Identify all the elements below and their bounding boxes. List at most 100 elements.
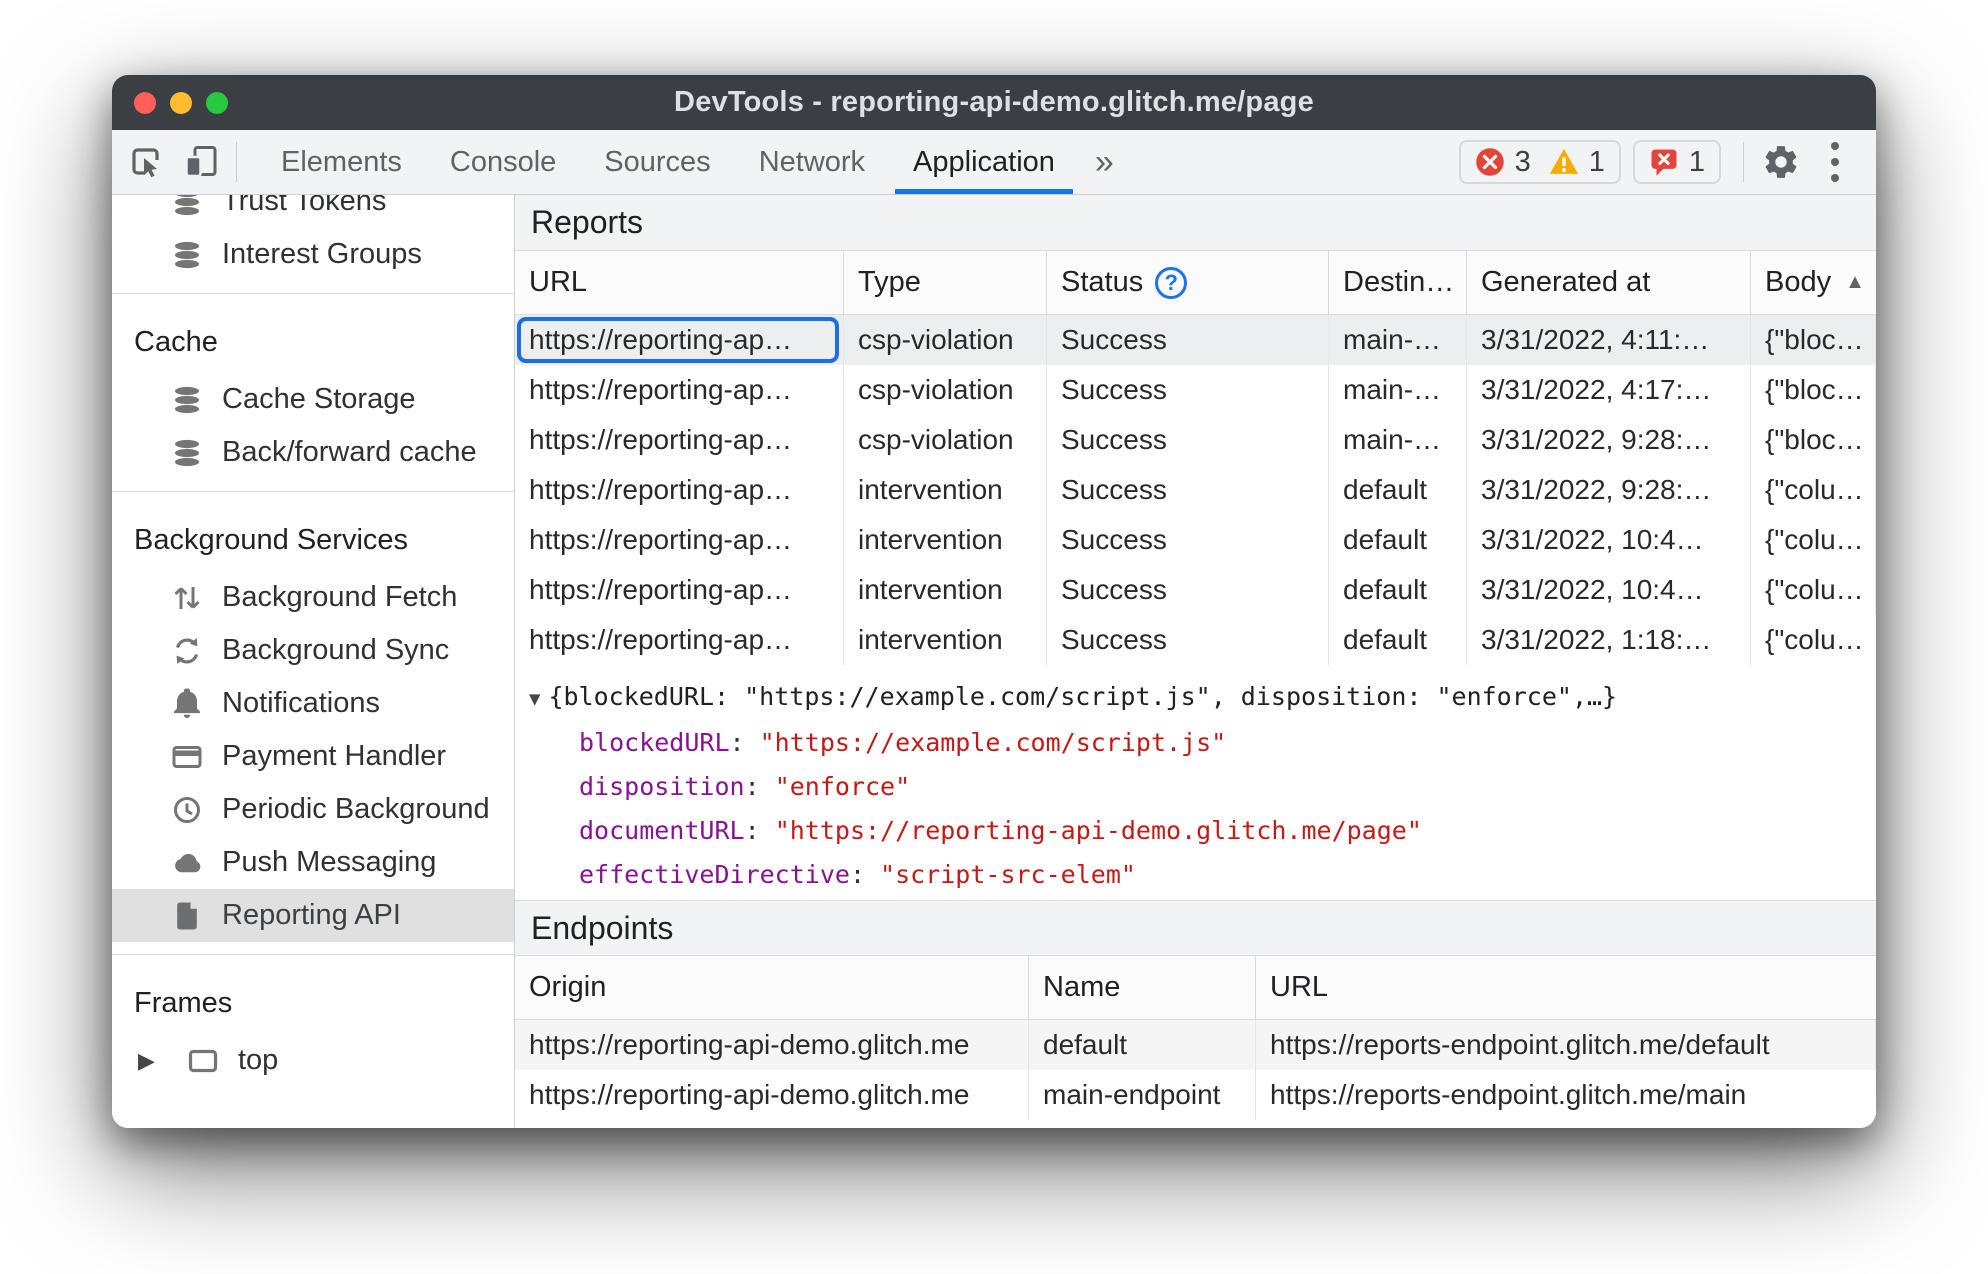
sidebar-item-reporting-api[interactable]: Reporting API	[112, 889, 514, 942]
sidebar-item-periodic-background[interactable]: Periodic Background	[112, 783, 514, 836]
report-cell-generated[interactable]: 3/31/2022, 4:17:…	[1467, 365, 1751, 415]
inspect-element-icon[interactable]	[118, 130, 174, 194]
report-cell-type[interactable]: intervention	[844, 465, 1047, 515]
report-cell-destination[interactable]: default	[1329, 465, 1467, 515]
sidebar-item-background-sync[interactable]: Background Sync	[112, 624, 514, 677]
column-header-body[interactable]: Body ▲	[1751, 251, 1876, 315]
report-cell-generated[interactable]: 3/31/2022, 9:28:…	[1467, 465, 1751, 515]
report-cell-status[interactable]: Success	[1047, 615, 1329, 665]
tab-network[interactable]: Network	[735, 130, 889, 194]
endpoint-cell-origin[interactable]: https://reporting-api-demo.glitch.me	[515, 1020, 1029, 1070]
column-header-name[interactable]: Name	[1029, 956, 1256, 1020]
report-cell-body[interactable]: {"bloc…	[1751, 415, 1876, 465]
sidebar-item-background-fetch[interactable]: Background Fetch	[112, 571, 514, 624]
report-cell-destination[interactable]: main-…	[1329, 365, 1467, 415]
report-cell-type[interactable]: csp-violation	[844, 315, 1047, 365]
sidebar-item-payment-handler[interactable]: Payment Handler	[112, 730, 514, 783]
report-cell-status[interactable]: Success	[1047, 515, 1329, 565]
report-cell-type[interactable]: csp-violation	[844, 415, 1047, 465]
sidebar-item-label: Trust Tokens	[222, 195, 387, 217]
close-window-button[interactable]	[134, 91, 156, 114]
disclosure-triangle-icon[interactable]: ▼	[529, 688, 540, 710]
endpoint-cell-url[interactable]: https://reports-endpoint.glitch.me/defau…	[1256, 1020, 1876, 1070]
tab-elements[interactable]: Elements	[257, 130, 426, 194]
report-cell-url[interactable]: https://reporting-ap…	[515, 565, 844, 615]
window-title: DevTools - reporting-api-demo.glitch.me/…	[674, 86, 1314, 118]
report-cell-destination[interactable]: default	[1329, 515, 1467, 565]
devtools-window: DevTools - reporting-api-demo.glitch.me/…	[112, 75, 1876, 1128]
report-cell-url[interactable]: https://reporting-ap…	[515, 315, 844, 365]
reports-table: URL Type Status ? Destin… Generated at B…	[515, 251, 1876, 665]
endpoint-cell-origin[interactable]: https://reporting-api-demo.glitch.me	[515, 1070, 1029, 1120]
sidebar-item-label: Background Sync	[222, 634, 450, 666]
more-options-kebab-icon[interactable]	[1808, 130, 1862, 195]
report-cell-body[interactable]: {"colu…	[1751, 515, 1876, 565]
json-summary-line: ▼ {blockedURL: "https://example.com/scrip…	[529, 682, 1618, 711]
report-cell-body[interactable]: {"colu…	[1751, 615, 1876, 665]
json-colon: :	[849, 860, 881, 889]
minimize-window-button[interactable]	[170, 91, 192, 114]
json-key: disposition	[579, 772, 745, 801]
issues-icon	[1651, 149, 1677, 176]
report-cell-url[interactable]: https://reporting-ap…	[515, 615, 844, 665]
sidebar-item-interest-groups[interactable]: Interest Groups	[112, 228, 514, 281]
sidebar-item-cache-storage[interactable]: Cache Storage	[112, 373, 514, 426]
report-cell-body[interactable]: {"bloc…	[1751, 315, 1876, 365]
json-value: "https://example.com/script.js"	[759, 728, 1227, 757]
sidebar-item-trust-tokens[interactable]: Trust Tokens	[112, 195, 514, 228]
column-header-origin[interactable]: Origin	[515, 956, 1029, 1020]
report-cell-url[interactable]: https://reporting-ap…	[515, 465, 844, 515]
column-header-destination[interactable]: Destin…	[1329, 251, 1467, 315]
endpoint-cell-url[interactable]: https://reports-endpoint.glitch.me/main	[1256, 1070, 1876, 1120]
report-cell-generated[interactable]: 3/31/2022, 4:11:…	[1467, 315, 1751, 365]
report-cell-type[interactable]: intervention	[844, 615, 1047, 665]
report-cell-status[interactable]: Success	[1047, 565, 1329, 615]
console-status-button[interactable]: 3 1	[1458, 140, 1621, 184]
tab-console[interactable]: Console	[426, 130, 580, 194]
report-cell-url[interactable]: https://reporting-ap…	[515, 415, 844, 465]
column-header-status[interactable]: Status ?	[1047, 251, 1329, 315]
report-cell-status[interactable]: Success	[1047, 465, 1329, 515]
zoom-window-button[interactable]	[206, 91, 228, 114]
sidebar-item-push-messaging[interactable]: Push Messaging	[112, 836, 514, 889]
report-cell-generated[interactable]: 3/31/2022, 10:4…	[1467, 515, 1751, 565]
report-cell-type[interactable]: intervention	[844, 515, 1047, 565]
sidebar-item-top[interactable]: ▶ top	[112, 1034, 514, 1087]
issues-button[interactable]: 1	[1632, 140, 1721, 184]
report-cell-body[interactable]: {"colu…	[1751, 565, 1876, 615]
report-cell-type[interactable]: intervention	[844, 565, 1047, 615]
tab-sources[interactable]: Sources	[580, 130, 734, 194]
report-cell-body[interactable]: {"colu…	[1751, 465, 1876, 515]
more-tabs-icon[interactable]: »	[1079, 130, 1130, 194]
tab-application[interactable]: Application	[889, 130, 1079, 194]
database-icon	[170, 436, 204, 470]
report-cell-destination[interactable]: default	[1329, 565, 1467, 615]
report-cell-status[interactable]: Success	[1047, 315, 1329, 365]
settings-gear-icon[interactable]	[1754, 130, 1808, 195]
report-cell-destination[interactable]: default	[1329, 615, 1467, 665]
report-cell-status[interactable]: Success	[1047, 415, 1329, 465]
report-cell-destination[interactable]: main-…	[1329, 415, 1467, 465]
report-cell-body[interactable]: {"bloc…	[1751, 365, 1876, 415]
report-cell-destination[interactable]: main-…	[1329, 315, 1467, 365]
expander-collapsed-icon[interactable]: ▶	[138, 1048, 168, 1074]
column-header-generated-at[interactable]: Generated at	[1467, 251, 1751, 315]
report-cell-url[interactable]: https://reporting-ap…	[515, 365, 844, 415]
sidebar-item-back-forward-cache[interactable]: Back/forward cache	[112, 426, 514, 479]
report-cell-type[interactable]: csp-violation	[844, 365, 1047, 415]
endpoint-cell-name[interactable]: default	[1029, 1020, 1256, 1070]
report-cell-generated[interactable]: 3/31/2022, 1:18:…	[1467, 615, 1751, 665]
column-header-endpoint-url[interactable]: URL	[1256, 956, 1876, 1020]
sidebar-item-notifications[interactable]: Notifications	[112, 677, 514, 730]
content-area: Trust Tokens Interest Groups Cache Cache St…	[112, 195, 1876, 1128]
report-cell-generated[interactable]: 3/31/2022, 10:4…	[1467, 565, 1751, 615]
report-cell-status[interactable]: Success	[1047, 365, 1329, 415]
endpoint-cell-name[interactable]: main-endpoint	[1029, 1070, 1256, 1120]
status-help-icon[interactable]: ?	[1155, 266, 1188, 299]
report-cell-generated[interactable]: 3/31/2022, 9:28:…	[1467, 415, 1751, 465]
device-toolbar-icon[interactable]	[174, 130, 230, 194]
json-property-documentURL: documentURL: "https://reporting-api-demo…	[529, 809, 1876, 853]
column-header-type[interactable]: Type	[844, 251, 1047, 315]
column-header-url[interactable]: URL	[515, 251, 844, 315]
report-cell-url[interactable]: https://reporting-ap…	[515, 515, 844, 565]
